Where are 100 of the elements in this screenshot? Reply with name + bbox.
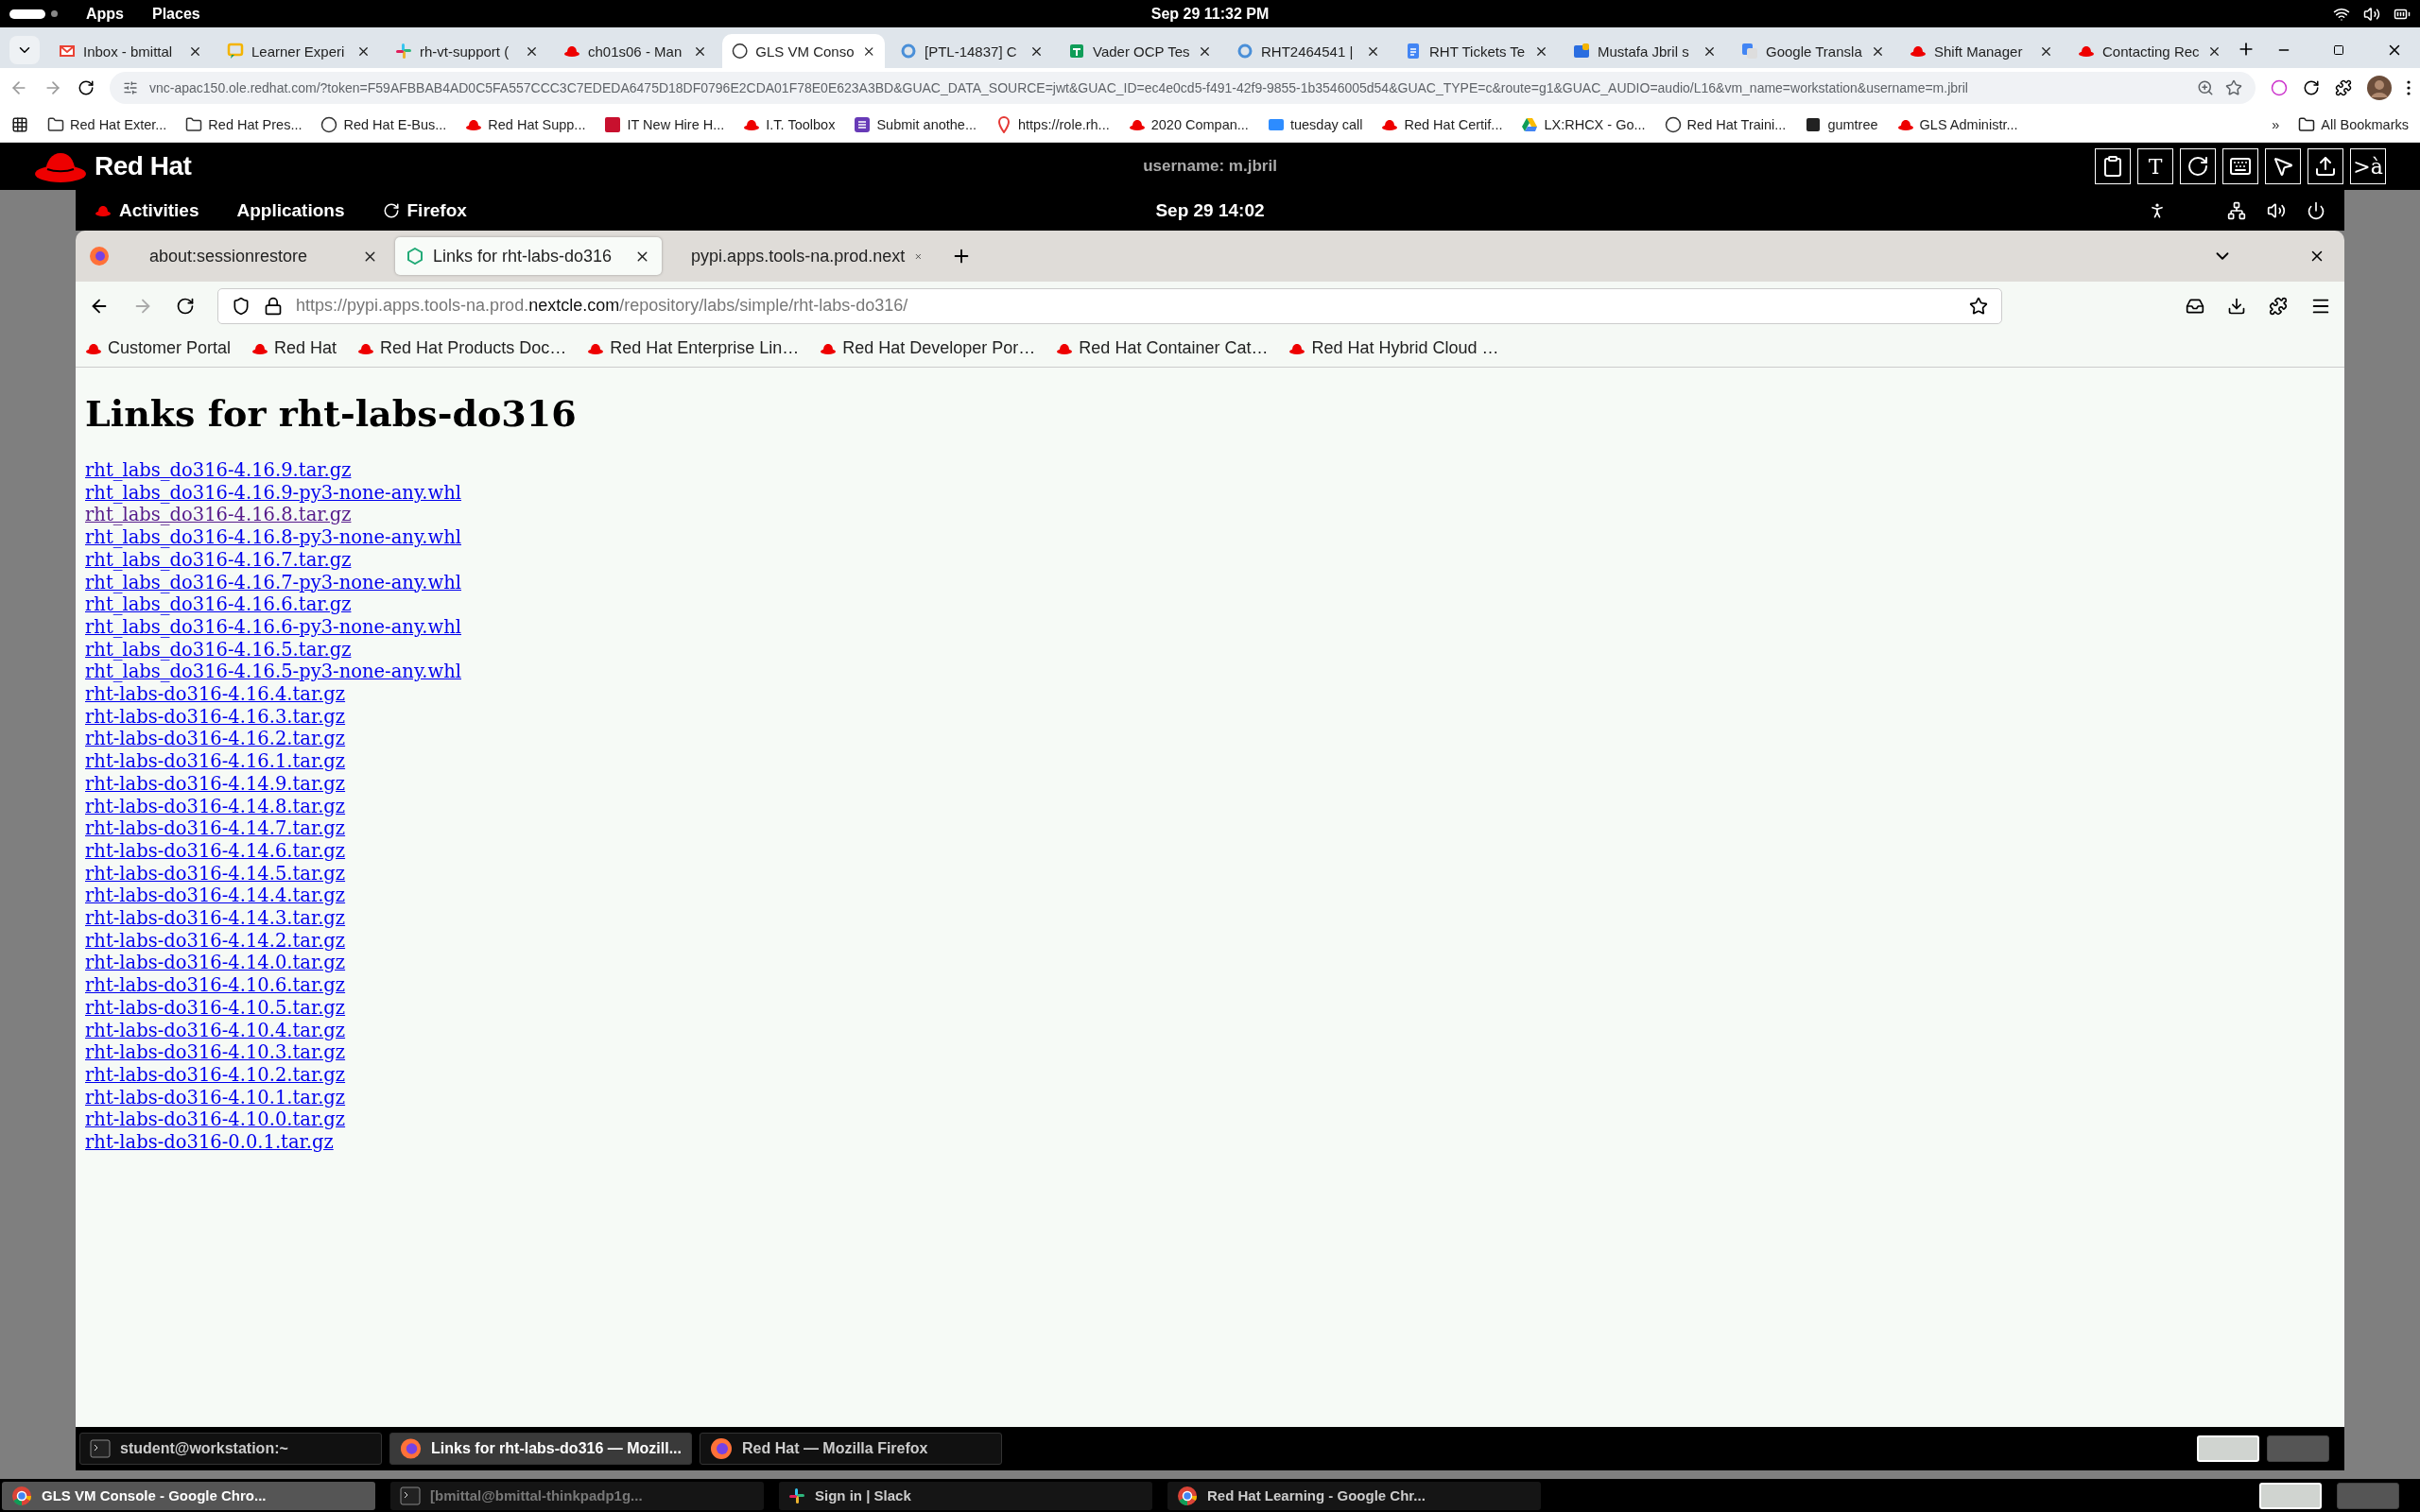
bookmark-link[interactable]: Red Hat Supp...	[465, 116, 586, 133]
browser-tab[interactable]: RHT Tickets Te	[1395, 34, 1558, 68]
download-icon[interactable]	[2227, 296, 2246, 316]
extensions-icon[interactable]	[2269, 296, 2288, 316]
firefox-app-menu[interactable]: Firefox	[382, 199, 467, 221]
avatar-icon[interactable]	[2367, 76, 2392, 100]
download-link[interactable]: rht_labs_do316-4.16.9-py3-none-any.whl	[85, 481, 461, 505]
bookmark-link[interactable]: tuesday call	[1267, 116, 1363, 133]
download-link[interactable]: rht-labs-do316-4.10.3.tar.gz	[85, 1041, 346, 1064]
browser-tab[interactable]: pypi.apps.tools-na.prod.next	[667, 237, 934, 275]
download-link[interactable]: rht-labs-do316-4.10.1.tar.gz	[85, 1086, 346, 1109]
clipboard-button[interactable]	[2095, 148, 2131, 184]
browser-tab[interactable]: Google Transla	[1732, 34, 1894, 68]
bookmark-link[interactable]: gumtree	[1805, 116, 1878, 133]
text-tool-button[interactable]: T	[2137, 148, 2173, 184]
browser-tab[interactable]: Contacting Rec	[2068, 34, 2231, 68]
download-link[interactable]: rht-labs-do316-4.10.6.tar.gz	[85, 974, 346, 997]
places-menu[interactable]: Places	[152, 5, 200, 23]
download-link[interactable]: rht-labs-do316-4.10.0.tar.gz	[85, 1108, 346, 1132]
tab-search-button[interactable]	[9, 36, 40, 64]
download-link[interactable]: rht-labs-do316-4.14.5.tar.gz	[85, 862, 346, 885]
lock-icon[interactable]	[264, 296, 283, 316]
text-tool-button[interactable]: >à	[2350, 148, 2386, 184]
zoom-icon[interactable]	[2197, 79, 2214, 96]
download-link[interactable]: rht-labs-do316-4.14.3.tar.gz	[85, 907, 346, 930]
download-link[interactable]: rht_labs_do316-4.16.8.tar.gz	[85, 504, 352, 527]
bookmark-link[interactable]: Red Hat Certif...	[1381, 116, 1503, 133]
browser-tab[interactable]: Links for rht-labs-do316	[395, 237, 662, 275]
extensions-icon[interactable]	[2335, 79, 2352, 96]
bookmark-link[interactable]: Red Hat Traini...	[1664, 116, 1787, 133]
taskbar-window-button[interactable]: [bmittal@bmittal-thinkpadp1g...	[390, 1481, 764, 1510]
browser-tab[interactable]: about:sessionrestore	[123, 237, 389, 275]
browser-tab[interactable]: [PTL-14837] C	[890, 34, 1053, 68]
bookmark-link[interactable]: IT New Hire H...	[604, 116, 725, 133]
download-link[interactable]: rht-labs-do316-4.10.4.tar.gz	[85, 1019, 346, 1042]
keyboard-button[interactable]	[2222, 148, 2258, 184]
taskbar-window-button[interactable]: Red Hat Learning - Google Chr...	[1167, 1481, 1541, 1510]
browser-tab[interactable]: Shift Manager	[1900, 34, 2063, 68]
bookmark-link[interactable]: LX:RHCX - Go...	[1521, 116, 1646, 133]
download-link[interactable]: rht-labs-do316-4.14.8.tar.gz	[85, 795, 346, 818]
taskbar-window-button[interactable]: Links for rht-labs-do316 — Mozill...	[389, 1433, 692, 1465]
address-bar[interactable]: https://pypi.apps.tools-na.prod.nextcle.com/repository/labs/simple/rht-labs-do316/	[217, 287, 2002, 324]
download-link[interactable]: rht-labs-do316-0.0.1.tar.gz	[85, 1131, 334, 1154]
bookmark-link[interactable]: Red Hat Products Doc…	[357, 338, 567, 358]
browser-tab[interactable]: Inbox - bmittal	[49, 34, 212, 68]
apps-grid-icon[interactable]	[11, 116, 28, 133]
bookmark-star-icon[interactable]	[1969, 296, 1988, 316]
browser-tab[interactable]: rh-vt-support (	[386, 34, 548, 68]
bookmark-link[interactable]: I.T. Toolbox	[743, 116, 836, 133]
download-link[interactable]: rht_labs_do316-4.16.9.tar.gz	[85, 459, 352, 482]
taskbar-window-button[interactable]: Sign in | Slack	[779, 1481, 1152, 1510]
taskbar-window-button[interactable]: student@workstation:~	[79, 1433, 382, 1465]
browser-tab[interactable]: Vader OCP Tes	[1059, 34, 1221, 68]
download-link[interactable]: rht_labs_do316-4.16.8-py3-none-any.whl	[85, 526, 461, 549]
bookmark-link[interactable]: Red Hat Enterprise Lin…	[587, 338, 800, 358]
shield-icon[interactable]	[232, 296, 251, 316]
upload-button[interactable]	[2308, 148, 2343, 184]
download-link[interactable]: rht-labs-do316-4.10.5.tar.gz	[85, 996, 346, 1020]
download-link[interactable]: rht_labs_do316-4.16.7.tar.gz	[85, 548, 352, 572]
browser-tab[interactable]: GLS VM Conso	[722, 34, 885, 68]
activities-button[interactable]: Activities	[95, 199, 199, 221]
download-link[interactable]: rht-labs-do316-4.16.1.tar.gz	[85, 750, 346, 773]
browser-tab[interactable]: Learner Experi	[217, 34, 380, 68]
more-bookmarks-button[interactable]: »	[2272, 117, 2280, 132]
download-link[interactable]: rht_labs_do316-4.16.6-py3-none-any.whl	[85, 615, 461, 639]
download-link[interactable]: rht-labs-do316-4.16.3.tar.gz	[85, 705, 346, 729]
download-link[interactable]: rht_labs_do316-4.16.6.tar.gz	[85, 593, 352, 616]
power-icon[interactable]	[2307, 200, 2325, 220]
bookmark-link[interactable]: GLS Administr...	[1896, 116, 2018, 133]
download-link[interactable]: rht-labs-do316-4.16.2.tar.gz	[85, 728, 346, 751]
bookmark-link[interactable]: Red Hat Exter...	[47, 116, 167, 133]
bookmark-link[interactable]: Customer Portal	[85, 338, 232, 358]
download-link[interactable]: rht-labs-do316-4.14.2.tar.gz	[85, 929, 346, 953]
mouse-button[interactable]	[2265, 148, 2301, 184]
applications-menu[interactable]: Applications	[236, 199, 345, 221]
sync-icon[interactable]	[2303, 79, 2320, 96]
maximize-icon[interactable]	[2333, 44, 2344, 56]
bookmark-link[interactable]: 2020 Compan...	[1128, 116, 1249, 133]
address-bar[interactable]	[110, 72, 2256, 104]
download-link[interactable]: rht-labs-do316-4.16.4.tar.gz	[85, 683, 346, 706]
bookmark-link[interactable]: Submit anothe...	[854, 116, 977, 133]
bookmark-link[interactable]: Red Hat Container Cat…	[1056, 338, 1269, 358]
download-link[interactable]: rht-labs-do316-4.10.2.tar.gz	[85, 1064, 346, 1087]
reload-icon[interactable]	[78, 79, 95, 96]
browser-tab[interactable]: RHT2464541 |	[1227, 34, 1390, 68]
bookmark-link[interactable]: Red Hat	[251, 338, 337, 358]
download-link[interactable]: rht-labs-do316-4.14.0.tar.gz	[85, 952, 346, 975]
reload-icon[interactable]	[176, 296, 195, 316]
download-link[interactable]: rht-labs-do316-4.14.9.tar.gz	[85, 772, 346, 796]
apps-menu[interactable]: Apps	[86, 5, 124, 23]
refresh-button[interactable]	[2180, 148, 2216, 184]
bookmark-link[interactable]: Red Hat Pres...	[185, 116, 302, 133]
browser-tab[interactable]: ch01s06 - Man	[554, 34, 717, 68]
download-link[interactable]: rht_labs_do316-4.16.5-py3-none-any.whl	[85, 661, 461, 684]
browser-tab[interactable]: Mustafa Jbril s	[1564, 34, 1726, 68]
bookmark-star-icon[interactable]	[2225, 79, 2242, 96]
taskbar-window-button[interactable]: GLS VM Console - Google Chro...	[2, 1481, 375, 1510]
site-settings-icon[interactable]	[123, 80, 138, 95]
more-vertical-icon[interactable]	[2407, 80, 2411, 95]
download-link[interactable]: rht-labs-do316-4.14.6.tar.gz	[85, 839, 346, 863]
